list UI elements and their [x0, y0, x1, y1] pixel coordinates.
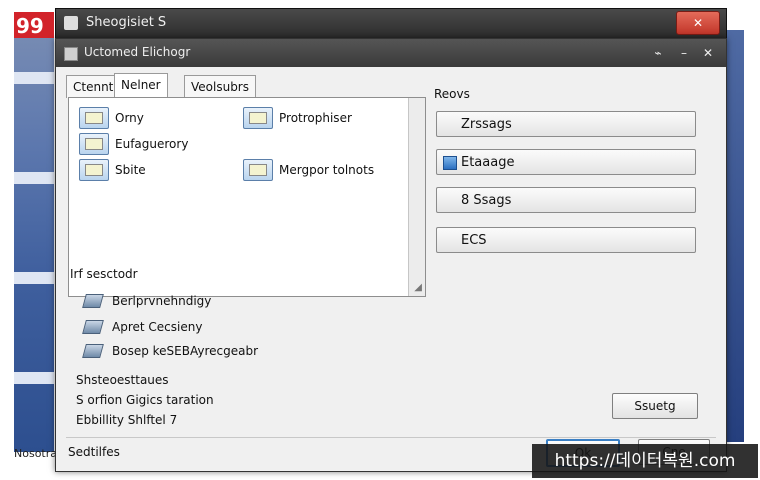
checkbox-icon[interactable] [443, 156, 457, 170]
help-icon[interactable]: ⌁ [648, 43, 668, 63]
side-action-button[interactable]: Ssuetg [612, 393, 698, 419]
info-line: Ebbillity Shlftel 7 [76, 413, 178, 427]
option-label: Berlprvnehndigy [112, 294, 212, 308]
list-item[interactable]: Sbite [79, 158, 146, 182]
folder-icon [243, 159, 273, 181]
app-icon [64, 16, 78, 30]
red-badge: 99 [14, 12, 54, 38]
desktop-right-strip [724, 30, 744, 442]
option-row[interactable]: Bosep keSEBAyrecgeabr [82, 341, 259, 361]
tab-vendors[interactable]: Veolsubrs [184, 75, 256, 98]
minimize-icon[interactable]: – [674, 43, 694, 63]
dialog-title: Uctomed Elichogr [84, 45, 191, 59]
folder-icon [243, 107, 273, 129]
side-button-2[interactable]: Etaaage [436, 149, 696, 175]
list-item-label: Eufaguerory [115, 137, 189, 151]
status-text: Sedtilfes [68, 445, 120, 459]
option-label: Bosep keSEBAyrecgeabr [112, 344, 259, 358]
properties-dialog: Uctomed Elichogr ⌁ – ✕ Ctennt Nelner Veo… [55, 38, 727, 472]
close-icon: ✕ [692, 16, 704, 30]
side-button-label: Etaaage [461, 155, 515, 170]
option-icon [82, 344, 104, 358]
footer-divider [66, 437, 716, 438]
red-badge-text: 99 [16, 14, 44, 38]
side-button-label: 8 Ssags [461, 193, 512, 208]
list-item[interactable]: Eufaguerory [79, 132, 188, 156]
side-button-1[interactable]: Zrssags [436, 111, 696, 137]
close-icon[interactable]: ✕ [698, 43, 718, 63]
strip-band [14, 72, 54, 84]
strip-band [14, 272, 54, 284]
dialog-icon [64, 47, 78, 61]
close-button[interactable]: ✕ [676, 11, 720, 35]
strip-band [14, 172, 54, 184]
option-icon [82, 294, 104, 308]
strip-band [14, 372, 54, 384]
tab-member[interactable]: Nelner [114, 73, 168, 99]
folder-icon [79, 107, 109, 129]
list-item-label: Sbite [115, 163, 146, 177]
outer-window-title: Sheogisiet S [86, 15, 167, 30]
list-item-label: Protrophiser [279, 111, 352, 125]
list-item-label: Orny [115, 111, 144, 125]
rows-label: Reovs [434, 87, 470, 101]
resize-grip-icon[interactable]: ◢ [414, 282, 422, 293]
list-scrollbar[interactable] [408, 98, 425, 296]
option-icon [82, 320, 104, 334]
option-label: Apret Cecsieny [112, 320, 203, 334]
side-button-4[interactable]: ECS [436, 227, 696, 253]
folder-icon [79, 133, 109, 155]
list-item[interactable]: Mergpor tolnots [243, 158, 374, 182]
section-label: Irf sesctodr [70, 267, 138, 281]
list-item[interactable]: Protrophiser [243, 106, 352, 130]
tab-general[interactable]: Ctennt [66, 75, 121, 98]
info-line: S orfion Gigics taration [76, 393, 214, 407]
outer-window-titlebar[interactable]: Sheogisiet S ✕ [55, 8, 727, 40]
list-item[interactable]: Orny [79, 106, 144, 130]
dialog-titlebar[interactable]: Uctomed Elichogr ⌁ – ✕ [56, 39, 726, 67]
watermark-banner: https://데이터복원.com [532, 444, 758, 478]
option-row[interactable]: Apret Cecsieny [82, 317, 203, 337]
option-row[interactable]: Berlprvnehndigy [82, 291, 212, 311]
side-button-label: ECS [461, 233, 487, 248]
list-item-label: Mergpor tolnots [279, 163, 375, 177]
side-button-3[interactable]: 8 Ssags [436, 187, 696, 213]
folder-icon [79, 159, 109, 181]
section-label: Shsteoesttaues [76, 373, 169, 387]
desktop-label: Nosotra [14, 447, 57, 460]
side-button-label: Zrssags [461, 117, 512, 132]
desktop-left-strip [14, 12, 54, 452]
